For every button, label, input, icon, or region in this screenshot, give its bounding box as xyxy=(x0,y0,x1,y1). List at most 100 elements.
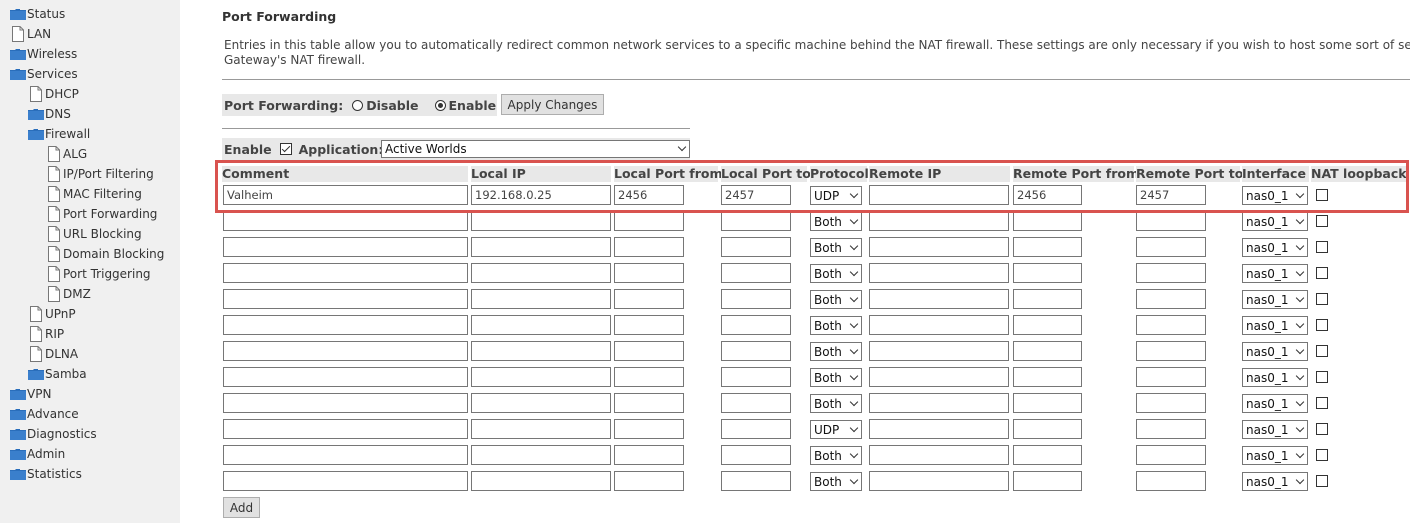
remote-port-to-input[interactable] xyxy=(1136,289,1206,309)
remote-port-from-input[interactable] xyxy=(1013,211,1082,231)
local-ip-input[interactable] xyxy=(471,341,611,361)
remote-port-from-input[interactable] xyxy=(1013,341,1082,361)
interface-select[interactable]: nas0_1 xyxy=(1242,238,1308,257)
interface-select[interactable]: nas0_1 xyxy=(1242,290,1308,309)
local-ip-input[interactable] xyxy=(471,289,611,309)
remote-port-to-input[interactable] xyxy=(1136,263,1206,283)
local-port-from-input[interactable] xyxy=(614,315,684,335)
nat-loopback-checkbox[interactable] xyxy=(1316,345,1328,357)
nat-loopback-checkbox[interactable] xyxy=(1316,319,1328,331)
sidebar-item-dlna[interactable]: DLNA xyxy=(28,344,78,364)
remote-ip-input[interactable] xyxy=(869,289,1009,309)
sidebar-item-mac-filtering[interactable]: MAC Filtering xyxy=(46,184,142,204)
sidebar-item-ip-port-filtering[interactable]: IP/Port Filtering xyxy=(46,164,154,184)
local-port-from-input[interactable] xyxy=(614,419,684,439)
sidebar-item-status[interactable]: Status xyxy=(10,4,65,24)
nat-loopback-checkbox[interactable] xyxy=(1316,397,1328,409)
remote-port-to-input[interactable] xyxy=(1136,419,1206,439)
local-port-to-input[interactable] xyxy=(721,211,791,231)
remote-port-to-input[interactable] xyxy=(1136,393,1206,413)
local-port-from-input[interactable] xyxy=(614,341,684,361)
sidebar-item-upnp[interactable]: UPnP xyxy=(28,304,76,324)
local-port-to-input[interactable] xyxy=(721,367,791,387)
remote-ip-input[interactable] xyxy=(869,341,1009,361)
local-ip-input[interactable]: 192.168.0.25 xyxy=(471,185,611,205)
remote-ip-input[interactable] xyxy=(869,237,1009,257)
local-ip-input[interactable] xyxy=(471,263,611,283)
comment-input[interactable] xyxy=(223,393,468,413)
protocol-select[interactable]: Both xyxy=(810,212,862,231)
sidebar-item-admin[interactable]: Admin xyxy=(10,444,65,464)
sidebar-item-url-blocking[interactable]: URL Blocking xyxy=(46,224,142,244)
nat-loopback-checkbox[interactable] xyxy=(1316,449,1328,461)
sidebar-item-rip[interactable]: RIP xyxy=(28,324,64,344)
protocol-select[interactable]: Both xyxy=(810,264,862,283)
sidebar-item-dmz[interactable]: DMZ xyxy=(46,284,91,304)
remote-port-from-input[interactable] xyxy=(1013,393,1082,413)
remote-port-to-input[interactable] xyxy=(1136,445,1206,465)
local-port-from-input[interactable] xyxy=(614,471,684,491)
local-port-from-input[interactable] xyxy=(614,237,684,257)
remote-ip-input[interactable] xyxy=(869,367,1009,387)
sidebar-item-alg[interactable]: ALG xyxy=(46,144,87,164)
local-port-from-input[interactable] xyxy=(614,445,684,465)
protocol-select[interactable]: Both xyxy=(810,446,862,465)
remote-ip-input[interactable] xyxy=(869,471,1009,491)
sidebar-item-lan[interactable]: LAN xyxy=(10,24,51,44)
nat-loopback-checkbox[interactable] xyxy=(1316,371,1328,383)
enable-checkbox[interactable] xyxy=(279,143,292,155)
remote-port-from-input[interactable] xyxy=(1013,419,1082,439)
remote-ip-input[interactable] xyxy=(869,419,1009,439)
add-button[interactable]: Add xyxy=(223,497,260,518)
remote-port-from-input[interactable] xyxy=(1013,367,1082,387)
local-port-to-input[interactable]: 2457 xyxy=(721,185,791,205)
application-select[interactable]: Active Worlds xyxy=(381,140,690,158)
local-ip-input[interactable] xyxy=(471,471,611,491)
local-port-to-input[interactable] xyxy=(721,341,791,361)
apply-changes-button[interactable]: Apply Changes xyxy=(501,94,604,115)
comment-input[interactable] xyxy=(223,211,468,231)
comment-input[interactable] xyxy=(223,471,468,491)
local-port-to-input[interactable] xyxy=(721,393,791,413)
remote-port-to-input[interactable] xyxy=(1136,315,1206,335)
interface-select[interactable]: nas0_1 xyxy=(1242,446,1308,465)
local-port-from-input[interactable] xyxy=(614,367,684,387)
interface-select[interactable]: nas0_1 xyxy=(1242,420,1308,439)
protocol-select[interactable]: Both xyxy=(810,472,862,491)
comment-input[interactable] xyxy=(223,367,468,387)
comment-input[interactable]: Valheim xyxy=(223,185,468,205)
remote-port-from-input[interactable] xyxy=(1013,237,1082,257)
enable-radio-label[interactable]: Enable xyxy=(449,98,497,113)
local-ip-input[interactable] xyxy=(471,315,611,335)
sidebar-item-domain-blocking[interactable]: Domain Blocking xyxy=(46,244,164,264)
comment-input[interactable] xyxy=(223,445,468,465)
remote-ip-input[interactable] xyxy=(869,185,1009,205)
remote-port-to-input[interactable]: 2457 xyxy=(1136,185,1206,205)
protocol-select[interactable]: Both xyxy=(810,238,862,257)
local-ip-input[interactable] xyxy=(471,419,611,439)
interface-select[interactable]: nas0_1 xyxy=(1242,316,1308,335)
remote-port-from-input[interactable] xyxy=(1013,315,1082,335)
interface-select[interactable]: nas0_1 xyxy=(1242,472,1308,491)
protocol-select[interactable]: Both xyxy=(810,368,862,387)
remote-ip-input[interactable] xyxy=(869,315,1009,335)
interface-select[interactable]: nas0_1 xyxy=(1242,394,1308,413)
local-port-to-input[interactable] xyxy=(721,445,791,465)
comment-input[interactable] xyxy=(223,263,468,283)
remote-ip-input[interactable] xyxy=(869,445,1009,465)
remote-ip-input[interactable] xyxy=(869,263,1009,283)
remote-port-from-input[interactable]: 2456 xyxy=(1013,185,1082,205)
local-port-to-input[interactable] xyxy=(721,289,791,309)
remote-port-from-input[interactable] xyxy=(1013,445,1082,465)
local-ip-input[interactable] xyxy=(471,393,611,413)
remote-port-from-input[interactable] xyxy=(1013,471,1082,491)
nat-loopback-checkbox[interactable] xyxy=(1316,293,1328,305)
local-port-from-input[interactable] xyxy=(614,263,684,283)
remote-port-to-input[interactable] xyxy=(1136,471,1206,491)
interface-select[interactable]: nas0_1 xyxy=(1242,186,1308,205)
comment-input[interactable] xyxy=(223,419,468,439)
disable-radio-label[interactable]: Disable xyxy=(366,98,418,113)
sidebar-item-dhcp[interactable]: DHCP xyxy=(28,84,79,104)
nat-loopback-checkbox[interactable] xyxy=(1316,215,1328,227)
remote-port-to-input[interactable] xyxy=(1136,211,1206,231)
